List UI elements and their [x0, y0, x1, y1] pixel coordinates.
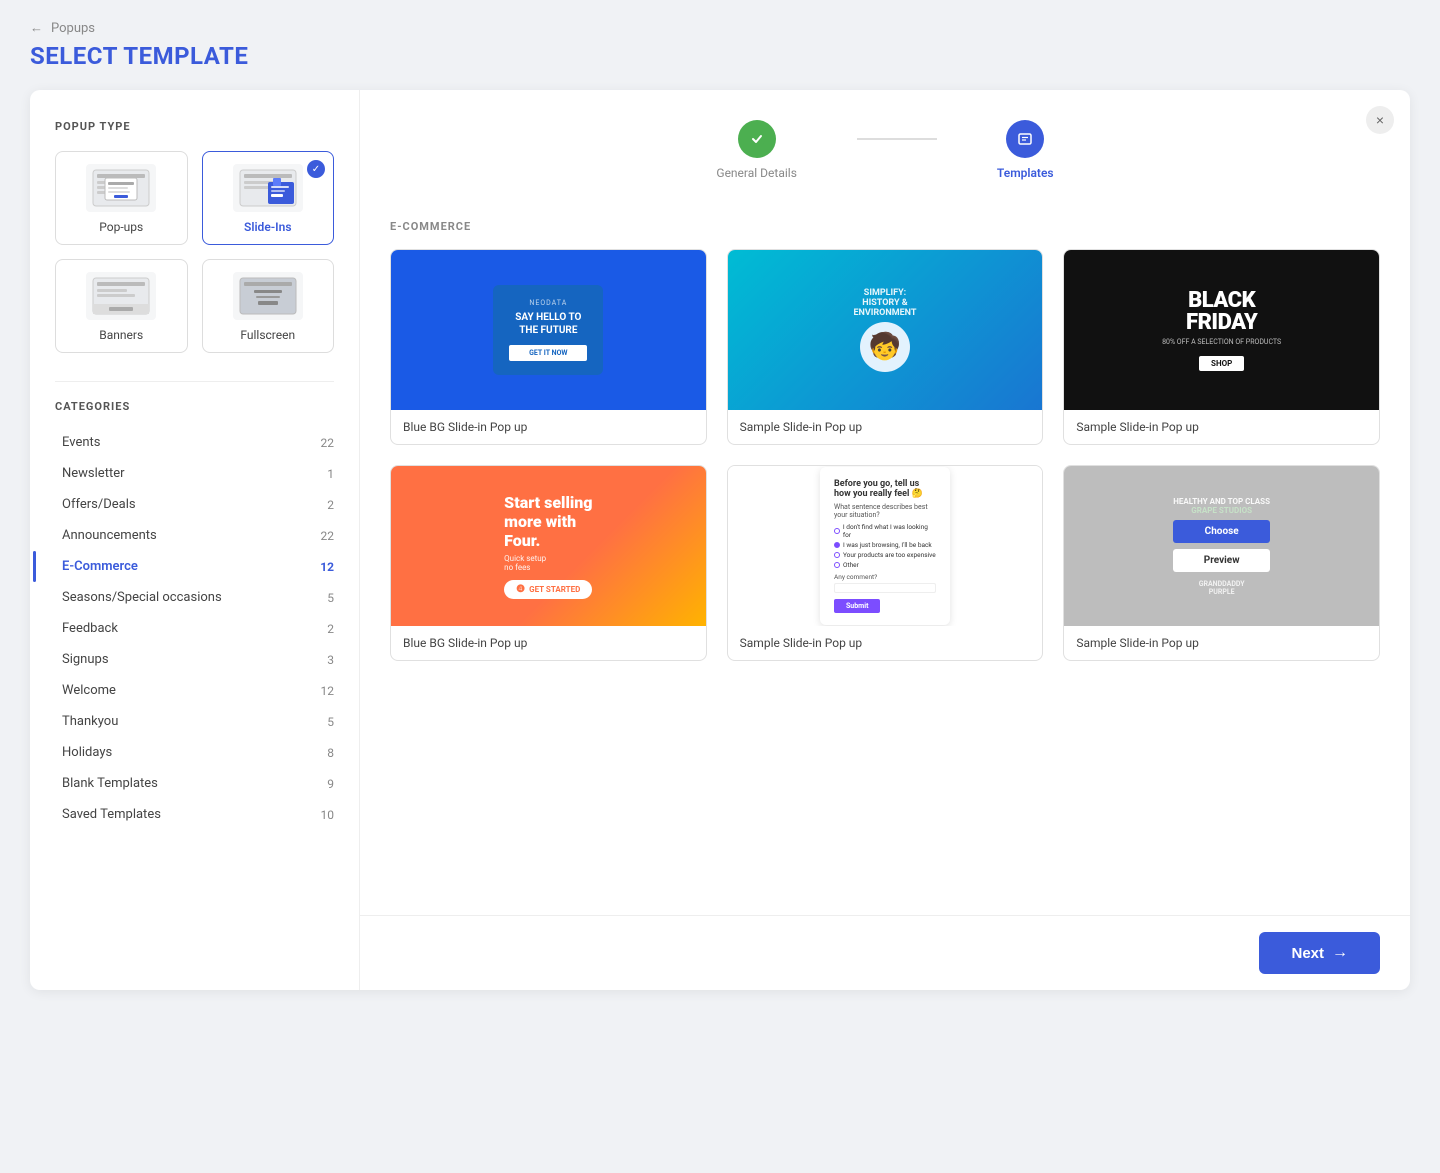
template-preview-3: BLACKFRIDAY 80% OFF A SELECTION OF PRODU… — [1064, 250, 1379, 410]
steps-bar: General Details Templates — [360, 90, 1410, 200]
step-general-label: General Details — [716, 166, 797, 180]
template-preview-2: SIMPLIFY:HISTORY &ENVIRONMENT 🧒 — [728, 250, 1043, 410]
category-label-holidays: Holidays — [62, 745, 112, 760]
category-count-feedback: 2 — [327, 622, 334, 636]
template-card-3[interactable]: BLACKFRIDAY 80% OFF A SELECTION OF PRODU… — [1063, 249, 1380, 445]
section-label: E-COMMERCE — [390, 220, 1380, 233]
category-label-welcome: Welcome — [62, 683, 116, 698]
page-title: SELECT TEMPLATE — [30, 42, 1410, 70]
category-item-thankyou[interactable]: Thankyou 5 — [55, 706, 334, 737]
template-card-5[interactable]: Before you go, tell us how you really fe… — [727, 465, 1044, 661]
popup-type-popups[interactable]: Pop-ups — [55, 151, 188, 245]
template-card-2[interactable]: SIMPLIFY:HISTORY &ENVIRONMENT 🧒 Choose P… — [727, 249, 1044, 445]
category-count-signups: 3 — [327, 653, 334, 667]
category-count-thankyou: 5 — [327, 715, 334, 729]
popup-type-banners-label: Banners — [99, 328, 143, 342]
category-label-ecommerce: E-Commerce — [62, 559, 138, 574]
template-preview-1: NEODATA SAY HELLO TOTHE FUTURE GET IT NO… — [391, 250, 706, 410]
step-connector — [857, 138, 937, 140]
category-label-announcements: Announcements — [62, 528, 157, 543]
category-count-events: 22 — [321, 436, 335, 450]
popup-type-fullscreen-label: Fullscreen — [240, 328, 295, 342]
sidebar-divider — [55, 381, 334, 382]
next-button-label: Next — [1291, 945, 1324, 962]
active-indicator — [33, 551, 36, 582]
popup-type-fullscreen[interactable]: Fullscreen — [202, 259, 335, 353]
category-label-signups: Signups — [62, 652, 109, 667]
popup-type-banners[interactable]: Banners — [55, 259, 188, 353]
popup-type-banners-icon — [86, 272, 156, 320]
category-label-saved: Saved Templates — [62, 807, 161, 822]
close-button[interactable]: × — [1366, 106, 1394, 134]
popup-types-grid: Pop-ups ✓ — [55, 151, 334, 353]
category-list: Events 22 Newsletter 1 Offers/Deals 2 An… — [55, 427, 334, 830]
category-label-offers: Offers/Deals — [62, 497, 136, 512]
popup-type-slideins[interactable]: ✓ Slide — [202, 151, 335, 245]
template-name-3: Sample Slide-in Pop up — [1064, 410, 1379, 444]
category-count-welcome: 12 — [321, 684, 335, 698]
category-count-announcements: 22 — [321, 529, 335, 543]
template-name-2: Sample Slide-in Pop up — [728, 410, 1043, 444]
template-preview-6: HEALTHY AND TOP CLASSGRAPE STUDIOS Choos… — [1064, 466, 1379, 626]
main-content: × General Details Templates — [360, 90, 1410, 990]
category-count-ecommerce: 12 — [320, 560, 334, 574]
category-count-saved: 10 — [321, 808, 335, 822]
category-label-seasons: Seasons/Special occasions — [62, 590, 222, 605]
category-label-events: Events — [62, 435, 100, 450]
breadcrumb-parent: Popups — [51, 21, 95, 36]
next-button[interactable]: Next → — [1259, 932, 1380, 974]
template-card-6[interactable]: HEALTHY AND TOP CLASSGRAPE STUDIOS Choos… — [1063, 465, 1380, 661]
template-preview-5: Before you go, tell us how you really fe… — [728, 466, 1043, 626]
category-item-signups[interactable]: Signups 3 — [55, 644, 334, 675]
step-general: General Details — [716, 120, 797, 180]
category-item-feedback[interactable]: Feedback 2 — [55, 613, 334, 644]
category-item-ecommerce[interactable]: E-Commerce 12 — [55, 551, 334, 582]
footer: Next → — [360, 915, 1410, 990]
category-item-holidays[interactable]: Holidays 8 — [55, 737, 334, 768]
popup-type-slideins-label: Slide-Ins — [244, 220, 292, 234]
template-preview-4: Start sellingmore withFour. Quick setupn… — [391, 466, 706, 626]
category-label-blank: Blank Templates — [62, 776, 158, 791]
category-count-blank: 9 — [327, 777, 334, 791]
template-card-4[interactable]: Start sellingmore withFour. Quick setupn… — [390, 465, 707, 661]
sidebar: POPUP TYPE — [30, 90, 360, 990]
category-item-announcements[interactable]: Announcements 22 — [55, 520, 334, 551]
step-templates: Templates — [997, 120, 1054, 180]
category-count-newsletter: 1 — [327, 467, 334, 481]
template-card-1[interactable]: NEODATA SAY HELLO TOTHE FUTURE GET IT NO… — [390, 249, 707, 445]
popup-type-popups-label: Pop-ups — [99, 220, 143, 234]
category-item-blank[interactable]: Blank Templates 9 — [55, 768, 334, 799]
category-count-seasons: 5 — [327, 591, 334, 605]
templates-grid: NEODATA SAY HELLO TOTHE FUTURE GET IT NO… — [390, 249, 1380, 661]
step-general-circle — [738, 120, 776, 158]
popup-type-fullscreen-icon — [233, 272, 303, 320]
template-name-6: Sample Slide-in Pop up — [1064, 626, 1379, 660]
template-name-5: Sample Slide-in Pop up — [728, 626, 1043, 660]
selected-check-icon: ✓ — [307, 160, 325, 178]
category-item-welcome[interactable]: Welcome 12 — [55, 675, 334, 706]
category-count-offers: 2 — [327, 498, 334, 512]
category-item-seasons[interactable]: Seasons/Special occasions 5 — [55, 582, 334, 613]
popup-type-label: POPUP TYPE — [55, 120, 334, 133]
category-item-events[interactable]: Events 22 — [55, 427, 334, 458]
categories-label: CATEGORIES — [55, 400, 334, 413]
category-item-offers[interactable]: Offers/Deals 2 — [55, 489, 334, 520]
step-templates-circle — [1006, 120, 1044, 158]
content-area: E-COMMERCE NEODATA SAY HELLO TOTHE FUTUR… — [360, 200, 1410, 915]
category-item-saved[interactable]: Saved Templates 10 — [55, 799, 334, 830]
template-name-1: Blue BG Slide-in Pop up — [391, 410, 706, 444]
step-templates-label: Templates — [997, 166, 1054, 180]
next-arrow-icon: → — [1332, 944, 1348, 962]
category-label-newsletter: Newsletter — [62, 466, 125, 481]
category-label-feedback: Feedback — [62, 621, 118, 636]
popup-type-popups-icon — [86, 164, 156, 212]
category-item-newsletter[interactable]: Newsletter 1 — [55, 458, 334, 489]
category-count-holidays: 8 — [327, 746, 334, 760]
template-name-4: Blue BG Slide-in Pop up — [391, 626, 706, 660]
popup-type-slideins-icon — [233, 164, 303, 212]
breadcrumb: ← Popups — [30, 20, 1410, 36]
category-label-thankyou: Thankyou — [62, 714, 118, 729]
back-arrow-icon[interactable]: ← — [30, 20, 43, 36]
